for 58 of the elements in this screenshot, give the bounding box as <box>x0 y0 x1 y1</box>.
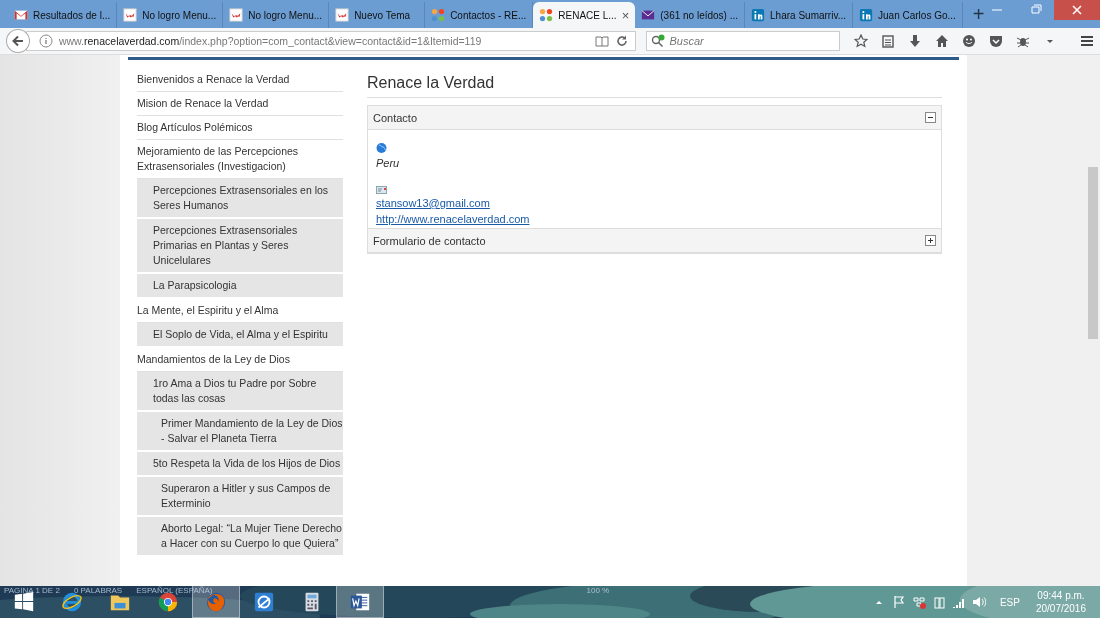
chat-icon[interactable] <box>962 34 976 48</box>
page-title: Renace la Verdad <box>367 74 942 98</box>
flag-icon[interactable] <box>891 595 906 609</box>
new-tab-button[interactable]: + <box>962 2 995 28</box>
sidebar-item[interactable]: Mision de Renace la Verdad <box>137 92 343 116</box>
sidebar-item[interactable]: 5to Respeta la Vida de los Hijos de Dios <box>137 452 343 477</box>
search-icon <box>651 34 666 48</box>
home-icon[interactable] <box>935 34 949 48</box>
sidebar-item[interactable]: Aborto Legal: “La Mujer Tiene Derecho a Hacer con su Cuerpo lo que Quiera” <box>137 517 343 557</box>
search-box[interactable]: Buscar <box>646 31 840 51</box>
close-icon[interactable]: × <box>621 7 630 23</box>
sidebar-item[interactable]: Superaron a Hitler y sus Campos de Exterminio <box>137 477 343 517</box>
sidebar-item[interactable]: Primer Mandamiento de la Ley de Dios - Salvar el Planeta Tierra <box>137 412 343 452</box>
pocket-icon[interactable] <box>989 34 1003 48</box>
envelope-icon <box>376 186 387 194</box>
expand-icon[interactable] <box>925 235 936 246</box>
envelope-icon <box>641 8 656 22</box>
status-text: 100 % <box>586 586 610 596</box>
status-text: 0 PALABRAS <box>73 586 123 596</box>
sidebar-item[interactable]: Blog Artículos Polémicos <box>137 116 343 140</box>
globe-icon <box>376 142 387 154</box>
panel-title: Formulario de contacto <box>373 234 486 247</box>
windows-icon[interactable] <box>13 591 35 613</box>
browser-tab[interactable]: RENACE L... × <box>533 2 636 28</box>
clipboard-icon[interactable] <box>881 34 895 48</box>
square-icon <box>859 8 873 22</box>
website-link[interactable]: http://www.renacelaverdad.com <box>376 212 530 226</box>
email-link[interactable]: stansow13@gmail.com <box>376 196 490 210</box>
sidebar-item[interactable]: Percepciones Extrasensoriales en los Seres Humanos <box>137 179 343 219</box>
info-icon[interactable] <box>38 34 53 48</box>
back-icon[interactable] <box>10 34 25 48</box>
panel-title: Contacto <box>373 111 418 124</box>
status-text: PAGINA 1 DE 2 <box>4 586 60 596</box>
square-icon <box>229 8 244 22</box>
reader-icon[interactable] <box>595 34 610 48</box>
speaker-icon[interactable] <box>971 595 986 609</box>
sidebar-item[interactable]: Percepciones Extrasensoriales Primarias en Plantas y Seres Unicelulares <box>137 219 343 274</box>
battery-icon[interactable] <box>931 595 946 609</box>
reload-icon[interactable] <box>615 34 630 48</box>
collapse-icon[interactable] <box>925 112 936 123</box>
globe-e-icon[interactable] <box>61 591 83 613</box>
country-text: Peru <box>376 156 400 170</box>
envelope-icon <box>14 8 28 22</box>
square-icon <box>751 8 766 22</box>
panel-header[interactable]: Contacto <box>368 106 941 130</box>
sidebar-item[interactable]: Bienvenidos a Renace la Verdad <box>137 68 343 92</box>
sidebar-item[interactable]: 1ro Ama a Dios tu Padre por Sobre todas las cosas <box>137 372 343 412</box>
sidebar-item[interactable]: El Soplo de Vida, el Alma y el Espiritu <box>137 323 343 348</box>
square-icon <box>335 8 350 22</box>
download-icon[interactable] <box>908 34 922 48</box>
network-error-icon[interactable] <box>911 595 926 609</box>
sidebar-item[interactable]: La Parapsicologia <box>137 274 343 299</box>
panel-header[interactable]: Formulario de contacto <box>368 229 941 253</box>
back-button[interactable] <box>6 29 30 53</box>
star-icon[interactable] <box>854 34 868 48</box>
square-icon <box>123 8 138 22</box>
url-field[interactable]: www.renacelaverdad.com/index.php?option=com_contact&view=contact&id=1&Itemid=119 <box>25 31 637 51</box>
menu-icon[interactable] <box>1080 34 1094 48</box>
